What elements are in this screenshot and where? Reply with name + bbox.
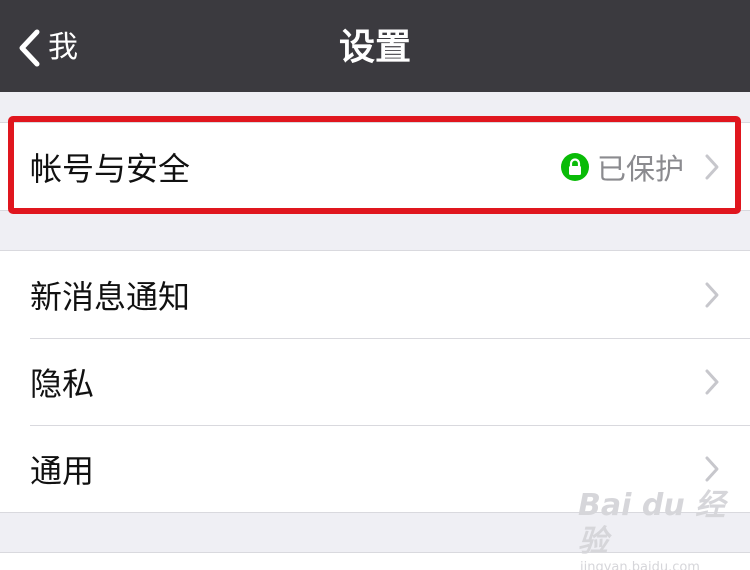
lock-icon xyxy=(560,152,589,181)
settings-item-general[interactable]: 通用 xyxy=(0,425,750,512)
settings-item-notifications[interactable]: 新消息通知 xyxy=(0,251,750,338)
navigation-bar: 我 设置 xyxy=(0,0,750,92)
settings-item-account-security[interactable]: 帐号与安全 已保护 xyxy=(0,123,750,210)
settings-group: 新消息通知 隐私 通用 xyxy=(0,250,750,513)
protection-status: 已保护 xyxy=(560,123,684,210)
chevron-right-icon xyxy=(705,456,719,482)
settings-item-label: 帐号与安全 xyxy=(30,149,191,188)
next-settings-group xyxy=(0,552,750,570)
page-title: 设置 xyxy=(338,27,411,68)
settings-item-privacy[interactable]: 隐私 xyxy=(0,338,750,425)
chevron-right-icon xyxy=(705,282,719,308)
chevron-right-icon xyxy=(705,154,719,180)
settings-item-label: 隐私 xyxy=(30,364,95,403)
status-text: 已保护 xyxy=(596,151,684,186)
account-security-group: 帐号与安全 已保护 xyxy=(0,122,750,211)
chevron-right-icon xyxy=(705,369,719,395)
settings-item-label: 新消息通知 xyxy=(30,277,191,316)
settings-item-label: 通用 xyxy=(30,451,95,490)
